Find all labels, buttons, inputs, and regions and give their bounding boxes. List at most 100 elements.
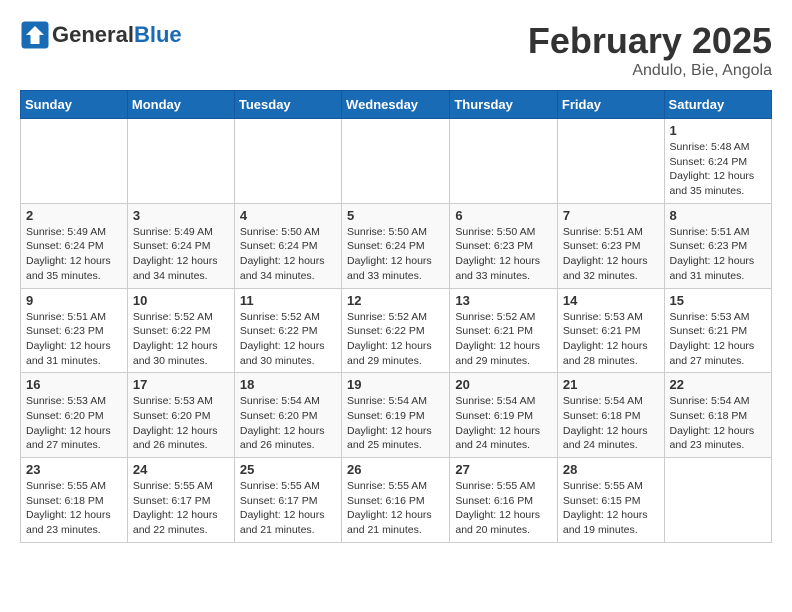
calendar-table: SundayMondayTuesdayWednesdayThursdayFrid…	[20, 90, 772, 543]
day-number: 2	[26, 208, 122, 223]
cell-content: Sunrise: 5:52 AM Sunset: 6:22 PM Dayligh…	[240, 310, 336, 369]
day-number: 20	[455, 377, 552, 392]
calendar-cell: 22 Sunrise: 5:54 AM Sunset: 6:18 PM Dayli…	[664, 373, 771, 458]
calendar-cell: 8 Sunrise: 5:51 AM Sunset: 6:23 PM Daylig…	[664, 203, 771, 288]
cell-content: Sunrise: 5:52 AM Sunset: 6:21 PM Dayligh…	[455, 310, 552, 369]
day-number: 8	[670, 208, 766, 223]
cell-content: Sunrise: 5:53 AM Sunset: 6:21 PM Dayligh…	[563, 310, 659, 369]
cell-content: Sunrise: 5:53 AM Sunset: 6:20 PM Dayligh…	[26, 394, 122, 453]
cell-content: Sunrise: 5:55 AM Sunset: 6:16 PM Dayligh…	[455, 479, 552, 538]
day-number: 3	[133, 208, 229, 223]
day-number: 23	[26, 462, 122, 477]
day-number: 14	[563, 293, 659, 308]
day-number: 26	[347, 462, 444, 477]
cell-content: Sunrise: 5:51 AM Sunset: 6:23 PM Dayligh…	[563, 225, 659, 284]
day-number: 13	[455, 293, 552, 308]
cell-content: Sunrise: 5:50 AM Sunset: 6:24 PM Dayligh…	[240, 225, 336, 284]
cell-content: Sunrise: 5:50 AM Sunset: 6:24 PM Dayligh…	[347, 225, 444, 284]
calendar-cell	[557, 119, 664, 204]
calendar-cell: 2 Sunrise: 5:49 AM Sunset: 6:24 PM Daylig…	[21, 203, 128, 288]
page-header: GeneralBlue February 2025 Andulo, Bie, A…	[20, 20, 772, 80]
cell-content: Sunrise: 5:54 AM Sunset: 6:18 PM Dayligh…	[563, 394, 659, 453]
day-number: 10	[133, 293, 229, 308]
cell-content: Sunrise: 5:52 AM Sunset: 6:22 PM Dayligh…	[347, 310, 444, 369]
day-number: 11	[240, 293, 336, 308]
cell-content: Sunrise: 5:49 AM Sunset: 6:24 PM Dayligh…	[133, 225, 229, 284]
day-number: 22	[670, 377, 766, 392]
day-number: 4	[240, 208, 336, 223]
cell-content: Sunrise: 5:51 AM Sunset: 6:23 PM Dayligh…	[26, 310, 122, 369]
cell-content: Sunrise: 5:55 AM Sunset: 6:15 PM Dayligh…	[563, 479, 659, 538]
calendar-cell: 21 Sunrise: 5:54 AM Sunset: 6:18 PM Dayli…	[557, 373, 664, 458]
calendar-cell	[234, 119, 341, 204]
logo-general-text: General	[52, 22, 134, 47]
day-number: 1	[670, 123, 766, 138]
calendar-cell: 19Sunrise: 5:54 AM Sunset: 6:19 PM Dayli…	[342, 373, 450, 458]
weekday-header-saturday: Saturday	[664, 91, 771, 119]
cell-content: Sunrise: 5:55 AM Sunset: 6:17 PM Dayligh…	[133, 479, 229, 538]
calendar-cell: 16 Sunrise: 5:53 AM Sunset: 6:20 PM Dayli…	[21, 373, 128, 458]
calendar-cell: 18 Sunrise: 5:54 AM Sunset: 6:20 PM Dayli…	[234, 373, 341, 458]
calendar-cell: 28 Sunrise: 5:55 AM Sunset: 6:15 PM Dayli…	[557, 458, 664, 543]
calendar-cell: 6 Sunrise: 5:50 AM Sunset: 6:23 PM Daylig…	[450, 203, 558, 288]
calendar-week-row: 9Sunrise: 5:51 AM Sunset: 6:23 PM Daylig…	[21, 288, 772, 373]
cell-content: Sunrise: 5:50 AM Sunset: 6:23 PM Dayligh…	[455, 225, 552, 284]
weekday-header-friday: Friday	[557, 91, 664, 119]
title-block: February 2025 Andulo, Bie, Angola	[528, 20, 772, 80]
calendar-week-row: 16 Sunrise: 5:53 AM Sunset: 6:20 PM Dayli…	[21, 373, 772, 458]
cell-content: Sunrise: 5:48 AM Sunset: 6:24 PM Dayligh…	[670, 140, 766, 199]
day-number: 16	[26, 377, 122, 392]
calendar-cell: 25Sunrise: 5:55 AM Sunset: 6:17 PM Dayli…	[234, 458, 341, 543]
cell-content: Sunrise: 5:53 AM Sunset: 6:20 PM Dayligh…	[133, 394, 229, 453]
cell-content: Sunrise: 5:55 AM Sunset: 6:18 PM Dayligh…	[26, 479, 122, 538]
day-number: 24	[133, 462, 229, 477]
location: Andulo, Bie, Angola	[528, 62, 772, 80]
cell-content: Sunrise: 5:54 AM Sunset: 6:19 PM Dayligh…	[455, 394, 552, 453]
weekday-header-row: SundayMondayTuesdayWednesdayThursdayFrid…	[21, 91, 772, 119]
calendar-cell: 9Sunrise: 5:51 AM Sunset: 6:23 PM Daylig…	[21, 288, 128, 373]
weekday-header-tuesday: Tuesday	[234, 91, 341, 119]
day-number: 18	[240, 377, 336, 392]
calendar-cell	[21, 119, 128, 204]
calendar-cell: 1 Sunrise: 5:48 AM Sunset: 6:24 PM Daylig…	[664, 119, 771, 204]
calendar-cell: 11 Sunrise: 5:52 AM Sunset: 6:22 PM Dayli…	[234, 288, 341, 373]
calendar-cell: 14 Sunrise: 5:53 AM Sunset: 6:21 PM Dayli…	[557, 288, 664, 373]
calendar-cell: 26Sunrise: 5:55 AM Sunset: 6:16 PM Dayli…	[342, 458, 450, 543]
month-title: February 2025	[528, 20, 772, 62]
calendar-cell: 12 Sunrise: 5:52 AM Sunset: 6:22 PM Dayli…	[342, 288, 450, 373]
day-number: 21	[563, 377, 659, 392]
cell-content: Sunrise: 5:53 AM Sunset: 6:21 PM Dayligh…	[670, 310, 766, 369]
day-number: 28	[563, 462, 659, 477]
day-number: 27	[455, 462, 552, 477]
calendar-cell: 5 Sunrise: 5:50 AM Sunset: 6:24 PM Daylig…	[342, 203, 450, 288]
day-number: 12	[347, 293, 444, 308]
day-number: 5	[347, 208, 444, 223]
cell-content: Sunrise: 5:54 AM Sunset: 6:19 PM Dayligh…	[347, 394, 444, 453]
calendar-cell: 23 Sunrise: 5:55 AM Sunset: 6:18 PM Dayli…	[21, 458, 128, 543]
logo-icon	[20, 20, 50, 50]
logo: GeneralBlue	[20, 20, 182, 50]
logo-blue-text: Blue	[134, 22, 182, 47]
calendar-week-row: 23 Sunrise: 5:55 AM Sunset: 6:18 PM Dayli…	[21, 458, 772, 543]
cell-content: Sunrise: 5:54 AM Sunset: 6:20 PM Dayligh…	[240, 394, 336, 453]
calendar-cell: 27 Sunrise: 5:55 AM Sunset: 6:16 PM Dayli…	[450, 458, 558, 543]
weekday-header-wednesday: Wednesday	[342, 91, 450, 119]
cell-content: Sunrise: 5:52 AM Sunset: 6:22 PM Dayligh…	[133, 310, 229, 369]
calendar-week-row: 1 Sunrise: 5:48 AM Sunset: 6:24 PM Daylig…	[21, 119, 772, 204]
calendar-cell: 4 Sunrise: 5:50 AM Sunset: 6:24 PM Daylig…	[234, 203, 341, 288]
calendar-week-row: 2 Sunrise: 5:49 AM Sunset: 6:24 PM Daylig…	[21, 203, 772, 288]
weekday-header-thursday: Thursday	[450, 91, 558, 119]
calendar-cell	[450, 119, 558, 204]
calendar-cell: 15 Sunrise: 5:53 AM Sunset: 6:21 PM Dayli…	[664, 288, 771, 373]
calendar-cell: 24 Sunrise: 5:55 AM Sunset: 6:17 PM Dayli…	[127, 458, 234, 543]
cell-content: Sunrise: 5:54 AM Sunset: 6:18 PM Dayligh…	[670, 394, 766, 453]
day-number: 15	[670, 293, 766, 308]
day-number: 6	[455, 208, 552, 223]
cell-content: Sunrise: 5:49 AM Sunset: 6:24 PM Dayligh…	[26, 225, 122, 284]
cell-content: Sunrise: 5:51 AM Sunset: 6:23 PM Dayligh…	[670, 225, 766, 284]
calendar-cell: 10 Sunrise: 5:52 AM Sunset: 6:22 PM Dayli…	[127, 288, 234, 373]
calendar-cell	[664, 458, 771, 543]
calendar-cell: 20 Sunrise: 5:54 AM Sunset: 6:19 PM Dayli…	[450, 373, 558, 458]
calendar-cell: 7Sunrise: 5:51 AM Sunset: 6:23 PM Daylig…	[557, 203, 664, 288]
calendar-cell: 17Sunrise: 5:53 AM Sunset: 6:20 PM Dayli…	[127, 373, 234, 458]
